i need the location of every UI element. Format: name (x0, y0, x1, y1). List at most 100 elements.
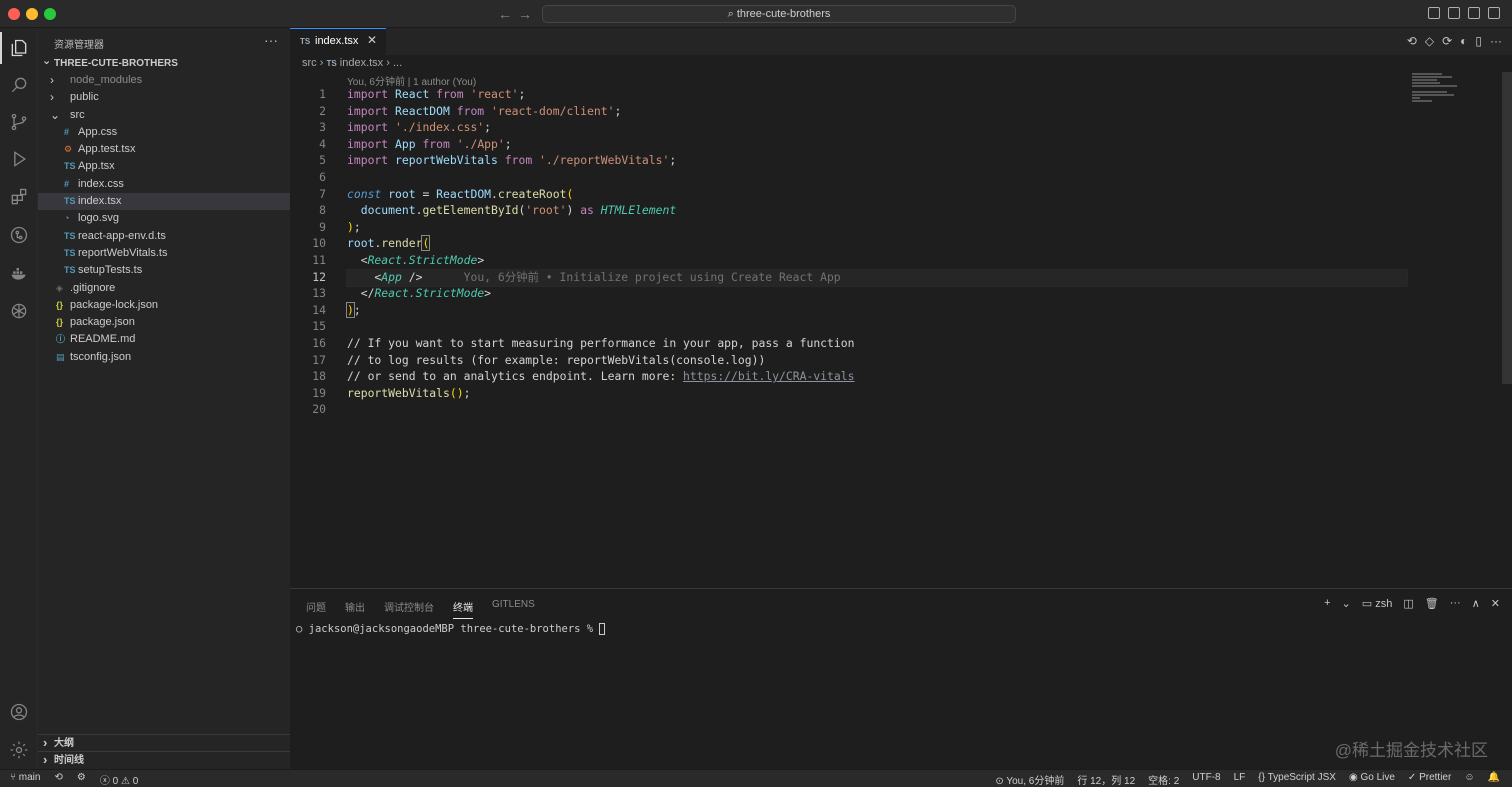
file-tree-item-label: public (70, 91, 99, 104)
file-tree-item[interactable]: ◔ logo.svg (38, 210, 290, 227)
breadcrumb-file[interactable]: index.tsx (340, 57, 383, 69)
encoding[interactable]: UTF-8 (1192, 772, 1220, 787)
notifications-bell-icon[interactable]: 🔔 (1488, 772, 1500, 787)
go-live-button[interactable]: ◉ Go Live (1349, 772, 1395, 787)
blame-status[interactable]: ⊙ You, 6分钟前 (995, 772, 1064, 787)
warning-icon: ⚠ (120, 776, 133, 787)
close-tab-icon[interactable]: ✕ (367, 33, 377, 47)
split-terminal-icon[interactable]: ◫ (1403, 597, 1413, 610)
toggle-primary-sidebar-icon[interactable] (1428, 7, 1440, 19)
file-tree-item[interactable]: ◈ .gitignore (38, 280, 290, 297)
cursor-position[interactable]: 行 12，列 12 (1077, 772, 1135, 787)
file-tree-item[interactable]: ⚙ App.test.tsx (38, 141, 290, 158)
window-title: three-cute-brothers (736, 8, 831, 20)
terminal-dropdown-icon[interactable]: ⌄ (1342, 597, 1351, 610)
search-icon[interactable] (7, 73, 31, 97)
file-tree-item[interactable]: TS index.tsx (38, 193, 290, 211)
forward-arrow-icon[interactable]: → (518, 6, 532, 22)
file-tree-item[interactable]: TS react-app-env.d.ts (38, 228, 290, 245)
ts-file-icon: TS (64, 230, 76, 241)
code-line: 18// or send to an analytics endpoint. L… (312, 369, 855, 384)
toggle-panel-icon[interactable] (1448, 7, 1460, 19)
run-debug-icon[interactable] (7, 147, 31, 171)
breadcrumb-folder[interactable]: src (302, 57, 317, 69)
maximize-window-button[interactable] (44, 8, 56, 20)
settings-gear-icon[interactable] (7, 738, 31, 762)
terminal-shell-selector[interactable]: ▭ zsh (1362, 597, 1393, 610)
minimap[interactable] (1412, 72, 1472, 112)
tab-debug-console[interactable]: 调试控制台 (384, 599, 434, 619)
explorer-icon[interactable] (0, 32, 31, 64)
open-changes-icon[interactable]: ⟲ (1407, 34, 1417, 48)
terminal[interactable]: ○ jackson@jacksongaodeMBP three-cute-bro… (296, 623, 606, 635)
extensions-icon[interactable] (7, 185, 31, 209)
file-tree-item[interactable]: # index.css (38, 176, 290, 193)
file-tree-item-label: reportWebVitals.ts (78, 246, 168, 259)
file-tree-item[interactable]: ⌄ src (38, 107, 290, 124)
file-tree-item[interactable]: ⓘ README.md (38, 331, 290, 348)
docker-icon[interactable] (7, 261, 31, 285)
timeline-section[interactable]: 时间线 (38, 751, 290, 768)
crav-vitals-link[interactable]: https://bit.ly/CRA-vitals (683, 369, 854, 383)
file-tree-item[interactable]: {} package-lock.json (38, 297, 290, 314)
code-line: 10 root.render( (312, 235, 431, 252)
sidebar-more-icon[interactable]: ··· (264, 32, 278, 48)
file-tree-item[interactable]: # App.css (38, 124, 290, 141)
chevron-down-icon: ⌄ (50, 107, 61, 122)
toggle-secondary-sidebar-icon[interactable] (1468, 7, 1480, 19)
file-tree-item[interactable]: {} package.json (38, 314, 290, 331)
tab-index-tsx[interactable]: TS index.tsx ✕ (290, 28, 386, 55)
gitlens-inspect-icon[interactable]: ◐ (1460, 34, 1467, 48)
file-tree-item[interactable]: › public (38, 89, 290, 106)
back-arrow-icon[interactable]: ← (498, 6, 512, 22)
trash-icon[interactable]: 🗑 (1425, 597, 1439, 610)
file-tree-item-label: index.tsx (78, 195, 122, 208)
code-line: 17// to log results (for example: report… (312, 352, 766, 367)
outline-section[interactable]: 大纲 (38, 734, 290, 751)
next-change-icon[interactable]: ⟳ (1442, 34, 1452, 48)
minimize-window-button[interactable] (26, 8, 38, 20)
language-mode[interactable]: {} TypeScript JSX (1258, 772, 1336, 787)
bottom-panel: 问题 输出 调试控制台 终端 GITLENS + ⌄ ▭ zsh ◫ 🗑 ···… (290, 588, 1512, 769)
gitlens-icon[interactable] (7, 223, 31, 247)
breadcrumb-symbol[interactable]: ... (393, 57, 402, 69)
sync-icon[interactable]: ⟲ (54, 772, 62, 787)
file-tree-item[interactable]: ▤ tsconfig.json (38, 349, 290, 366)
prettier-status[interactable]: ✓ Prettier (1408, 772, 1451, 787)
end-of-line[interactable]: LF (1234, 772, 1246, 787)
command-center-search[interactable]: ⌕ three-cute-brothers (542, 5, 1016, 23)
branch-icon: ⑂ (10, 772, 19, 783)
tab-terminal[interactable]: 终端 (453, 599, 473, 619)
code-line: 2 import ReactDOM from 'react-dom/client'… (319, 103, 622, 118)
tab-gitlens[interactable]: GITLENS (492, 599, 535, 619)
chatgpt-icon[interactable] (7, 299, 31, 323)
code-editor[interactable]: 1 import React from 'react'; 2 import Reac… (290, 86, 1512, 418)
code-line: 19 reportWebVitals(); (312, 385, 471, 400)
close-panel-icon[interactable]: ✕ (1491, 597, 1500, 610)
breadcrumb-ts-icon: TS (326, 59, 337, 68)
file-tree-item[interactable]: › node_modules (38, 72, 290, 89)
remote-icon[interactable]: ⚙ (77, 772, 86, 787)
editor-more-icon[interactable]: ··· (1490, 34, 1502, 48)
problems-status[interactable]: ⓧ 0 ⚠ 0 (100, 772, 138, 787)
account-icon[interactable] (7, 700, 31, 724)
feedback-icon[interactable]: ☺ (1464, 772, 1474, 787)
customize-layout-icon[interactable] (1488, 7, 1500, 19)
maximize-panel-icon[interactable]: ∧ (1472, 597, 1480, 610)
workspace-root-folder[interactable]: THREE-CUTE-BROTHERS (38, 53, 290, 72)
editor-scrollbar[interactable] (1502, 72, 1512, 384)
split-editor-icon[interactable]: ▯ (1475, 34, 1482, 48)
indentation[interactable]: 空格: 2 (1148, 772, 1179, 787)
tab-output[interactable]: 输出 (345, 599, 365, 619)
close-window-button[interactable] (8, 8, 20, 20)
braces-icon: {} (1258, 772, 1268, 783)
branch-status[interactable]: ⑂ main (10, 772, 40, 787)
file-tree-item[interactable]: TS reportWebVitals.ts (38, 245, 290, 262)
tab-problems[interactable]: 问题 (306, 599, 326, 619)
new-terminal-icon[interactable]: + (1324, 597, 1330, 610)
panel-more-icon[interactable]: ··· (1450, 597, 1461, 610)
compare-icon[interactable]: ◇ (1425, 34, 1434, 48)
source-control-icon[interactable] (7, 110, 31, 134)
file-tree-item[interactable]: TS setupTests.ts (38, 262, 290, 279)
file-tree-item[interactable]: TS App.tsx (38, 158, 290, 175)
